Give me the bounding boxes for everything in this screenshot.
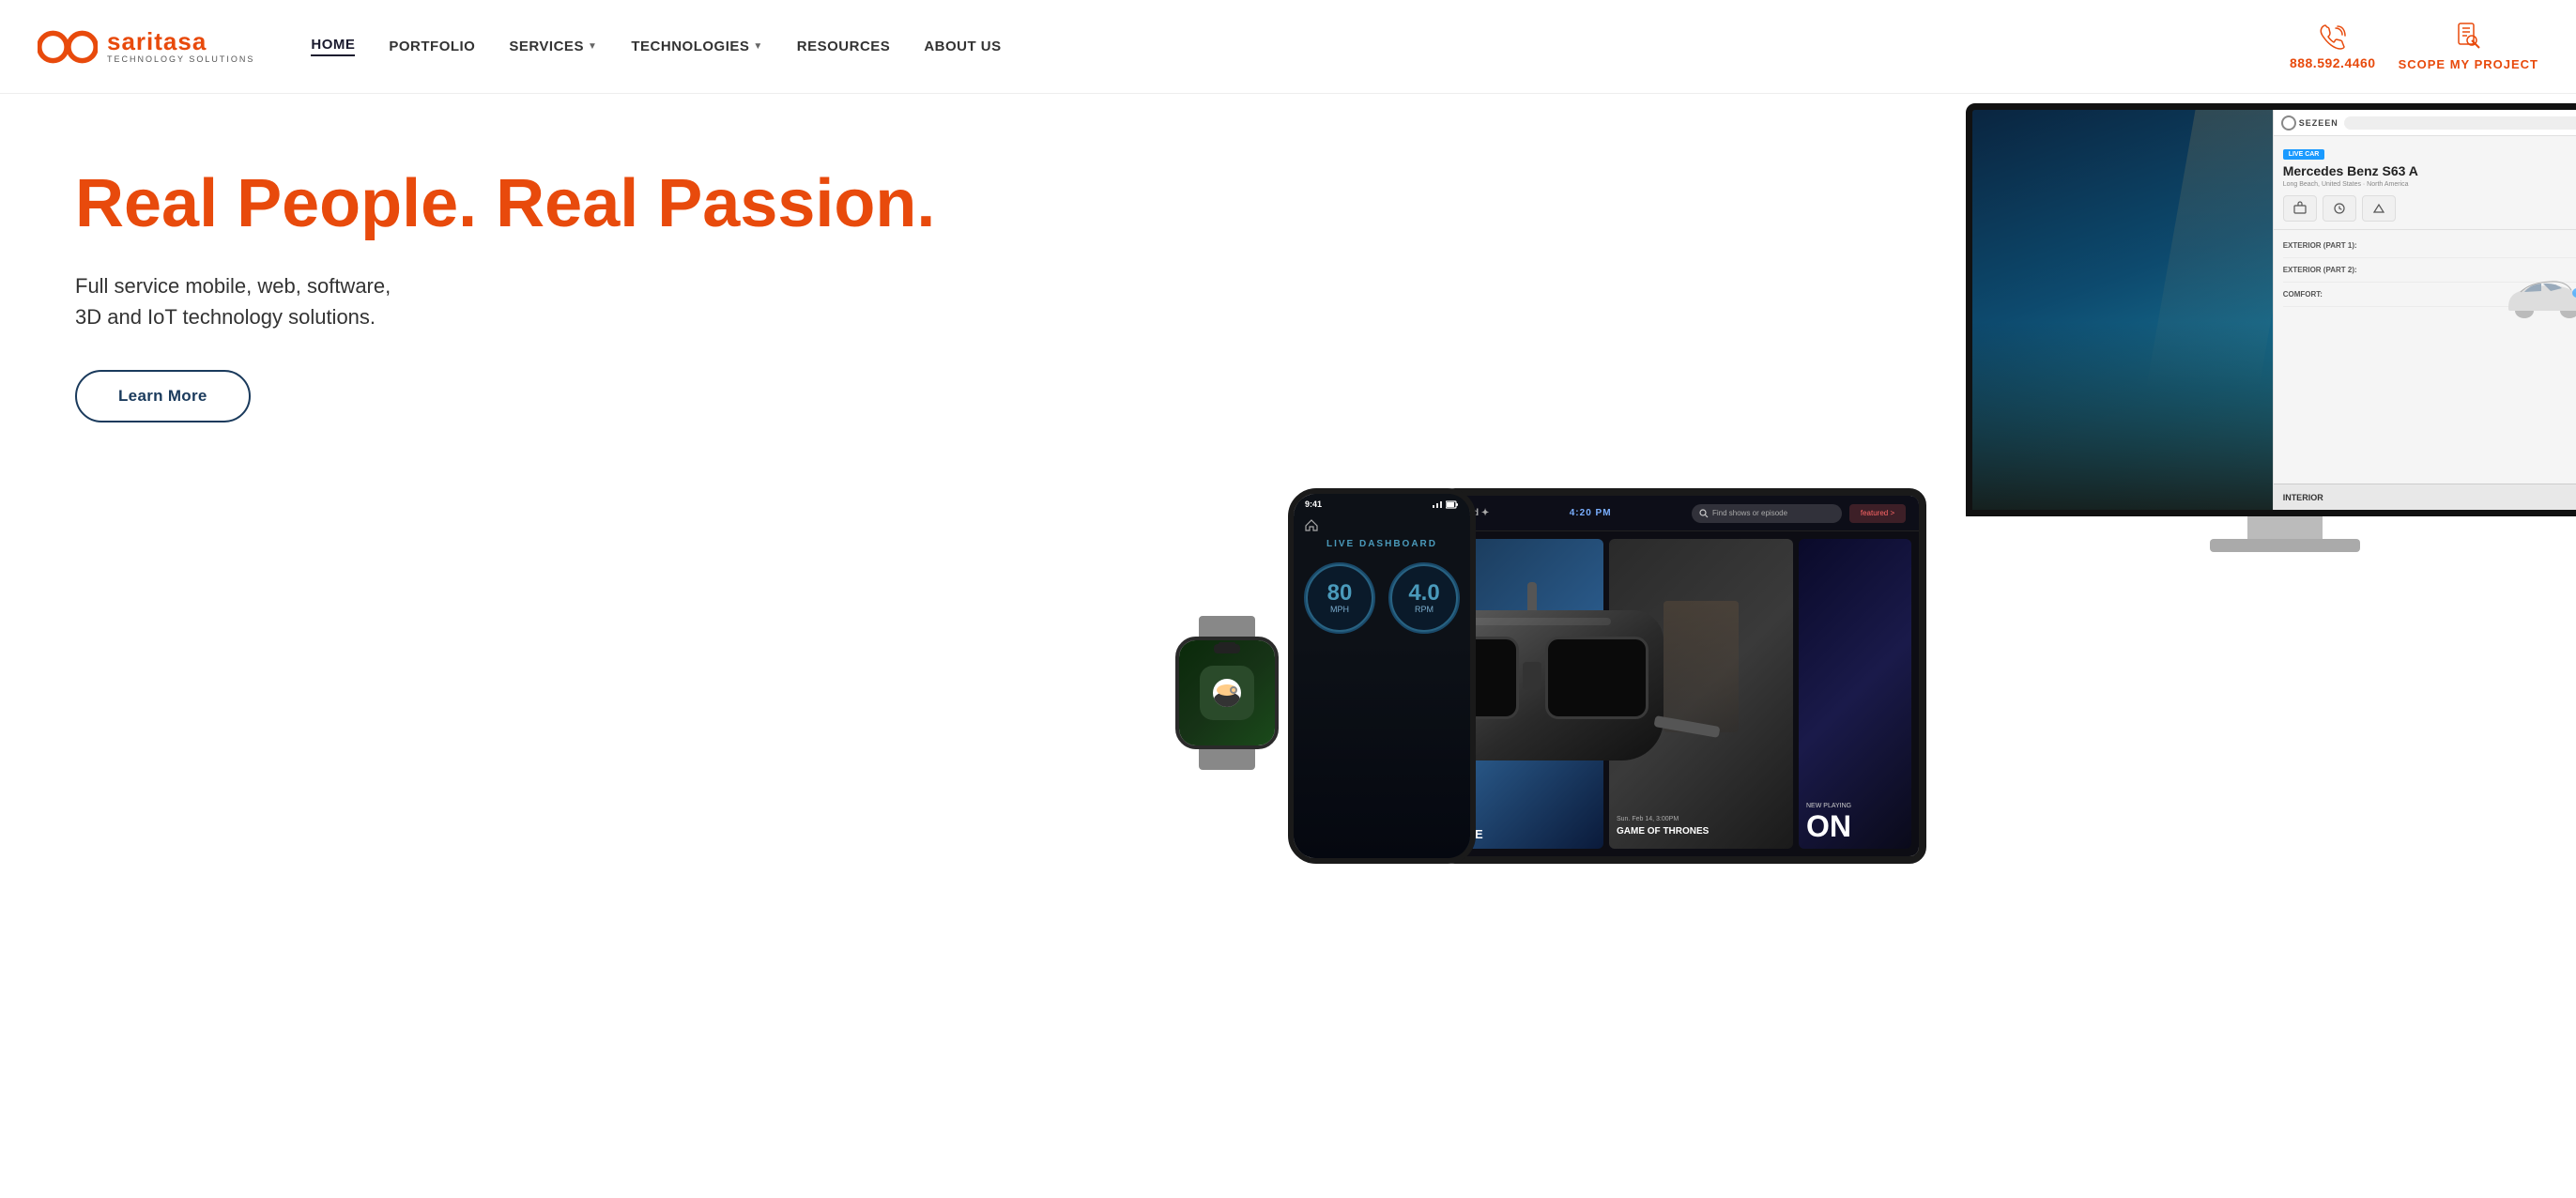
hero-headline: Real People. Real Passion. bbox=[75, 169, 1232, 240]
hero-right: SEZEEN LIVE CAR Mercedes Benz S63 A Long… bbox=[1288, 94, 2576, 864]
phone-number[interactable]: 888.592.4460 bbox=[2290, 55, 2376, 70]
nav-about[interactable]: ABOUT US bbox=[924, 38, 1001, 54]
phone-time: 9:41 bbox=[1305, 499, 1322, 509]
logo-area[interactable]: saritasa TECHNOLOGY SOLUTIONS bbox=[38, 26, 254, 68]
hero-section: Real People. Real Passion. Full service … bbox=[0, 94, 2576, 864]
nav-technologies[interactable]: TECHNOLOGIES ▼ bbox=[631, 38, 762, 54]
scope-label: SCOPE MY PROJECT bbox=[2399, 57, 2538, 71]
scope-icon bbox=[2455, 22, 2481, 57]
phone-icon bbox=[2320, 23, 2346, 55]
hero-left: Real People. Real Passion. Full service … bbox=[0, 94, 1288, 864]
nav-home[interactable]: HOME bbox=[311, 37, 355, 56]
tablet-featured: featured > bbox=[1861, 509, 1894, 517]
logo-icon bbox=[38, 26, 98, 68]
nav-services[interactable]: SERVICES ▼ bbox=[509, 38, 597, 54]
phone-area[interactable]: 888.592.4460 bbox=[2290, 23, 2376, 70]
logo-text: saritasa TECHNOLOGY SOLUTIONS bbox=[107, 29, 254, 64]
header-right: 888.592.4460 SCOPE MY PROJECT bbox=[2290, 22, 2538, 71]
monitor-comfort-label: COMFORT: bbox=[2283, 290, 2323, 299]
phone-mockup: 9:41 LIVE DASHBOARD bbox=[1288, 488, 1476, 864]
main-nav: HOME PORTFOLIO SERVICES ▼ TECHNOLOGIES ▼… bbox=[311, 37, 2290, 56]
scope-my-project-button[interactable]: SCOPE MY PROJECT bbox=[2399, 22, 2538, 71]
brand-tagline: TECHNOLOGY SOLUTIONS bbox=[107, 55, 254, 64]
monitor-interior-label: INTERIOR bbox=[2283, 493, 2323, 502]
site-header: saritasa TECHNOLOGY SOLUTIONS HOME PORTF… bbox=[0, 0, 2576, 94]
learn-more-button[interactable]: Learn More bbox=[75, 370, 251, 422]
brand-name: saritasa bbox=[107, 29, 254, 54]
hero-subtext: Full service mobile, web, software, 3D a… bbox=[75, 270, 469, 332]
apple-watch-mockup bbox=[1175, 616, 1279, 770]
tablet-show-3: NEW PLAYING bbox=[1806, 803, 1904, 809]
monitor-location: Long Beach, United States · North Americ… bbox=[2283, 181, 2576, 188]
nav-resources[interactable]: RESOURCES bbox=[797, 38, 891, 54]
services-dropdown-arrow: ▼ bbox=[588, 41, 597, 52]
phone-dashboard-title: LIVE DASHBOARD bbox=[1294, 535, 1470, 553]
desktop-monitor: SEZEEN LIVE CAR Mercedes Benz S63 A Long… bbox=[1966, 103, 2576, 554]
monitor-exterior1-label: EXTERIOR (PART 1): bbox=[2283, 241, 2357, 250]
monitor-brand-label: SEZEEN bbox=[2299, 118, 2338, 128]
nav-portfolio[interactable]: PORTFOLIO bbox=[389, 38, 475, 54]
monitor-car-title: Mercedes Benz S63 A bbox=[2283, 163, 2576, 179]
monitor-exterior2-label: EXTERIOR (PART 2): bbox=[2283, 266, 2357, 274]
technologies-dropdown-arrow: ▼ bbox=[753, 41, 762, 52]
